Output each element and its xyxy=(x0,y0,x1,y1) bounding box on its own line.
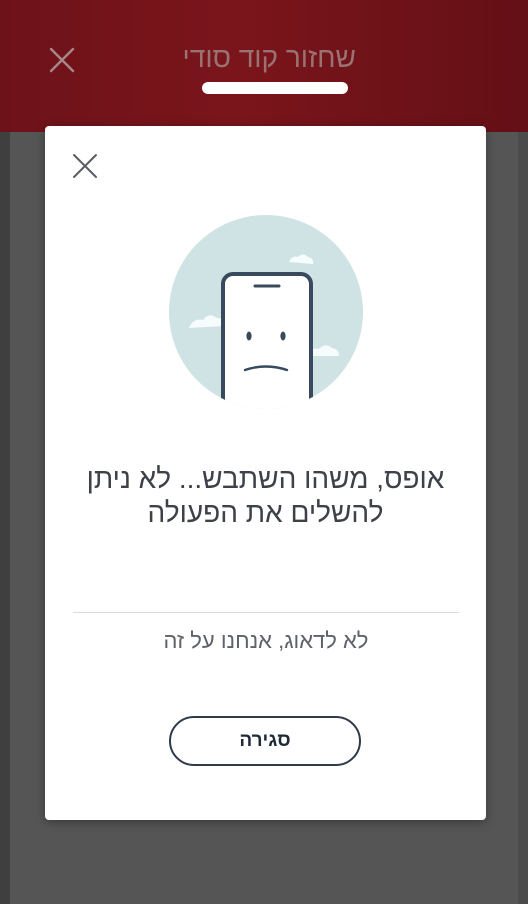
divider xyxy=(73,612,459,613)
background-edge-left xyxy=(0,132,10,904)
error-dialog: אופס, משהו השתבש... לא ניתן להשלים את הפ… xyxy=(45,126,486,820)
sad-phone-icon xyxy=(167,214,365,410)
error-title: אופס, משהו השתבש... לא ניתן להשלים את הפ… xyxy=(86,463,445,528)
close-icon[interactable] xyxy=(71,152,99,180)
system-pill-indicator xyxy=(202,82,348,94)
background-edge-right xyxy=(518,132,528,904)
close-button[interactable]: סגירה xyxy=(169,716,361,766)
error-subtitle: לא לדאוג, אנחנו על זה xyxy=(163,628,369,653)
background-close-icon xyxy=(48,46,76,74)
